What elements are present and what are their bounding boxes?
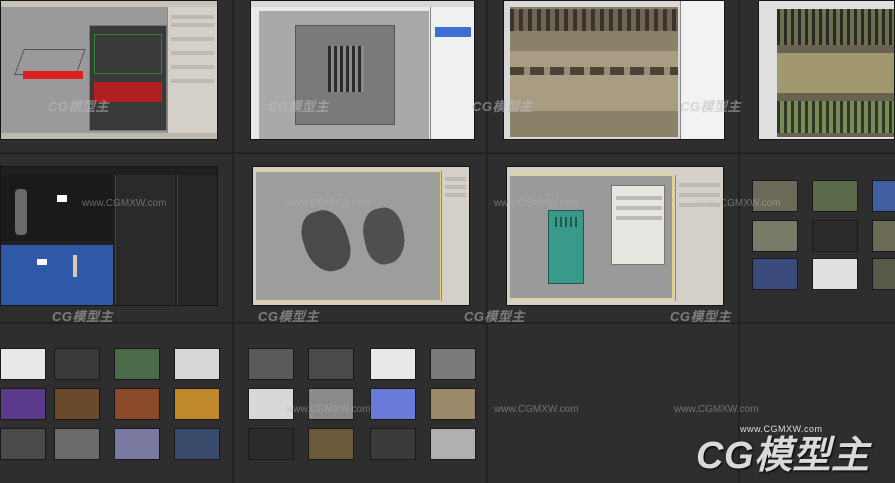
light-icon [37,259,47,265]
game-view [1,245,113,305]
watermark-logo: CG模型主 [48,99,110,114]
grate [328,46,364,92]
thumb[interactable] [54,348,100,380]
shot-3dsmax-cabinet[interactable] [506,166,724,306]
thumb[interactable] [370,348,416,380]
wall-panel [510,51,678,111]
shot-unity-scene[interactable] [0,166,218,306]
thumb[interactable] [0,348,46,380]
watermark-logo: CG模型主 [464,309,526,324]
watermark-logo: CG模型主 [268,99,330,114]
thumb[interactable] [174,348,220,380]
thumb[interactable] [370,428,416,460]
thumb[interactable] [430,428,476,460]
material-editor [611,185,665,265]
thumb-ground[interactable] [872,258,895,290]
thumb-blue[interactable] [872,180,895,212]
beam [510,67,678,75]
watermark-logo: CG模型主 [52,309,114,324]
fence-bottom [777,101,894,133]
cabinet-vent [555,217,577,227]
command-panel [167,7,217,133]
watermark-logo: CG模型主 [680,99,742,114]
shot-photoshop-wall[interactable] [503,0,725,140]
thumb[interactable] [248,428,294,460]
red-selection [23,71,83,79]
rock-icon [295,204,357,278]
thumb[interactable] [54,428,100,460]
light-icon [57,195,67,202]
watermark-url: www.CGMXW.com [674,404,759,415]
watermark-url: www.CGMXW.com [494,404,579,415]
watermark-logo: CG模型主 [258,309,320,324]
command-panel [675,175,723,301]
watermark-url: www.CGMXW.com [82,198,167,209]
thumb[interactable] [114,348,160,380]
texture [510,7,678,137]
character-icon [15,189,27,235]
watermark-logo: CG模型主 [472,99,534,114]
fence-top [777,9,894,45]
watermark-url: www.CGMXW.com [286,404,371,415]
thumb-icons[interactable] [812,258,858,290]
divider [0,322,895,324]
hierarchy-panel [177,175,217,305]
watermark-url: www.CGMXW.com [494,198,579,209]
shot-photoshop-fence[interactable] [758,0,895,140]
watermark-url: www.CGMXW.com [286,198,371,209]
inspector-panel [115,175,175,305]
command-panel [441,171,469,301]
thumb[interactable] [308,348,354,380]
shot-photoshop-window[interactable] [250,0,475,140]
thumb[interactable] [430,348,476,380]
viewport [255,171,441,301]
thumb[interactable] [248,348,294,380]
thumb[interactable] [54,388,100,420]
divider [0,152,895,154]
thumb[interactable] [308,428,354,460]
fence-middle [777,53,894,93]
thumb[interactable] [174,388,220,420]
selected-layer [435,27,471,37]
thumb-dice-blue[interactable] [752,258,798,290]
watermark-url: www.CGMXW.com [696,198,781,209]
thumb[interactable] [114,388,160,420]
rock-icon [358,204,410,268]
thumb[interactable] [174,428,220,460]
texture [777,9,894,137]
screenshot-collage: CG模型主 CG模型主 CG模型主 CG模型主 www.CGMXW.com ww… [0,0,895,483]
thumb-rocks[interactable] [872,220,895,252]
logo-url: www.CGMXW.com [740,424,823,434]
canvas-area [259,11,429,139]
character-icon [73,255,77,277]
thumb[interactable] [114,428,160,460]
cabinet-model [548,210,584,284]
thumb-landscape[interactable] [812,180,858,212]
divider [232,0,234,483]
top-rail [510,9,678,31]
thumb[interactable] [0,388,46,420]
green-frame [94,34,162,74]
thumb[interactable] [0,428,46,460]
thumb[interactable] [430,388,476,420]
shot-3dsmax-wireframe[interactable] [0,0,218,140]
shot-3dsmax-rocks[interactable] [252,166,470,306]
thumb[interactable] [370,388,416,420]
status-bar [1,133,217,139]
watermark-logo: CG模型主 [670,309,732,324]
thumb-field[interactable] [752,220,798,252]
thumb-dice[interactable] [812,220,858,252]
layers-panel [430,7,474,139]
dialog-window [89,25,167,131]
divider [486,0,488,483]
layers-panel [680,1,724,139]
